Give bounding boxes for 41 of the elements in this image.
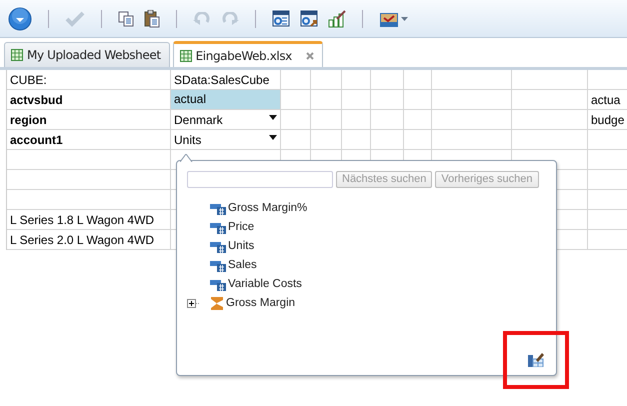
measure-icon (210, 258, 227, 272)
close-icon[interactable] (306, 52, 314, 60)
highlight-frame (503, 331, 569, 389)
clipboard-button[interactable] (142, 8, 162, 30)
table-cell-text: CUBE: (9, 72, 48, 88)
dropdown-cell[interactable]: Denmark (171, 110, 281, 130)
table-refresh-arrow-button[interactable] (298, 8, 320, 30)
menu-button[interactable] (6, 4, 34, 32)
dropdown-arrow-icon[interactable] (269, 115, 277, 120)
dropdown-arrow-icon[interactable] (269, 135, 277, 140)
search-field[interactable] (187, 171, 333, 188)
copy-button[interactable] (116, 8, 136, 28)
sheet-tab[interactable]: My Uploaded Websheet (4, 42, 170, 67)
measure-icon (210, 239, 227, 253)
table-cell-text: L Series 1.8 L Wagon 4WD (9, 212, 156, 228)
table-cell-text: actua (590, 92, 622, 108)
table-cell-text: L Series 2.0 L Wagon 4WD (9, 232, 156, 248)
dropdown-cell[interactable]: Units (171, 130, 281, 150)
table-cell-text: SData:SalesCube (173, 72, 270, 88)
table-cell-text: region (9, 112, 48, 128)
tree-item[interactable]: Gross Margin% (228, 202, 308, 214)
table-cell-text: actvsbud (9, 92, 64, 108)
sigma-icon (210, 296, 225, 310)
expand-icon[interactable] (187, 298, 200, 308)
tree-item[interactable]: Sales (228, 259, 257, 271)
sheet-tab[interactable]: EingabeWeb.xlsx (172, 41, 323, 67)
measure-icon (210, 277, 227, 291)
tree-item[interactable]: Price (228, 221, 254, 233)
spreadsheet-icon (180, 50, 192, 62)
tree-item[interactable]: Units (228, 240, 254, 252)
table-cell-text: account1 (9, 132, 64, 148)
bar-chart-button[interactable] (326, 8, 348, 30)
measure-icon (210, 220, 227, 234)
spreadsheet-icon (11, 49, 23, 61)
selected-cell[interactable]: actual (171, 90, 280, 109)
tree-item[interactable]: Variable Costs (228, 278, 302, 290)
tree-item[interactable]: Gross Margin (226, 297, 296, 309)
edit-table-icon[interactable] (528, 351, 544, 367)
table-cell-text: budge (590, 112, 626, 128)
table-refresh-button[interactable] (270, 8, 292, 30)
measure-icon (210, 201, 227, 215)
